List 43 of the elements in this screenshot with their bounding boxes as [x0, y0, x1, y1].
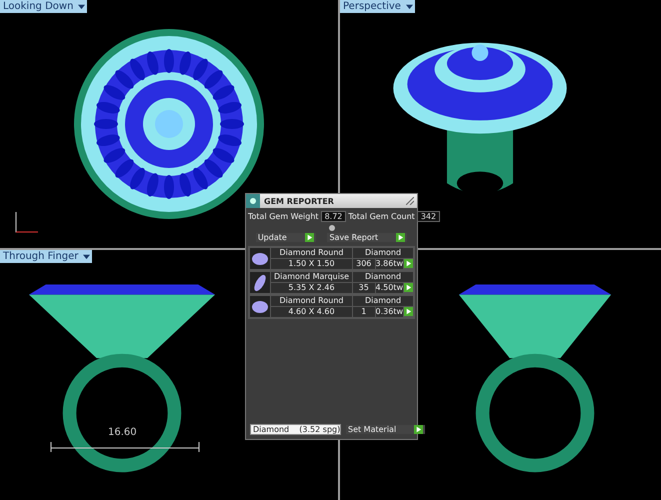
- view-dropdown[interactable]: Perspective: [340, 0, 415, 13]
- dimension-label: 16.60: [108, 427, 137, 438]
- play-icon: [404, 259, 413, 268]
- gem-weight: 3.86tw: [376, 259, 403, 269]
- caret-icon: [406, 3, 413, 10]
- gem-name: Diamond Marquise: [271, 272, 352, 282]
- update-button[interactable]: Update: [256, 233, 316, 242]
- gem-count: 1: [353, 307, 374, 317]
- gem-material: Diamond: [353, 272, 413, 282]
- gem-material: Diamond: [353, 248, 413, 258]
- gem-thumbnail: [250, 296, 270, 317]
- set-material-button[interactable]: Set Material: [346, 425, 426, 434]
- total-count-value: 342: [416, 211, 440, 222]
- material-dropdown[interactable]: Diamond (3.52 spg): [250, 424, 341, 435]
- total-weight-value: 8.72: [320, 211, 346, 222]
- gem-count: 35: [353, 283, 374, 293]
- caret-icon: [83, 253, 90, 260]
- resize-icon[interactable]: [406, 197, 414, 205]
- gem-weight: 4.50tw: [376, 283, 403, 293]
- gem-material: Diamond: [353, 296, 413, 306]
- gem-thumbnail: [250, 248, 270, 269]
- play-icon: [396, 233, 406, 242]
- gem-thumbnail: [250, 272, 270, 293]
- field-label: Total Gem Weight: [248, 212, 319, 221]
- play-icon: [404, 307, 413, 316]
- play-icon: [404, 283, 413, 292]
- app-icon: [246, 194, 260, 208]
- save-report-button[interactable]: Save Report: [327, 233, 408, 242]
- gem-size: 5.35 X 2.46: [271, 283, 352, 293]
- play-icon: [304, 233, 314, 242]
- gem-name: Diamond Round: [271, 248, 352, 258]
- field-label: Total Gem Count: [348, 212, 415, 221]
- view-dropdown[interactable]: Looking Down: [0, 0, 88, 13]
- view-dropdown[interactable]: Through Finger: [0, 250, 92, 263]
- gem-size: 1.50 X 1.50: [271, 259, 352, 269]
- gem-name: Diamond Round: [271, 296, 352, 306]
- panel-title: GEM REPORTER: [264, 196, 335, 206]
- collapse-icon[interactable]: [328, 225, 336, 231]
- gem-weight: 0.36tw: [376, 307, 403, 317]
- gem-count: 306: [353, 259, 374, 269]
- caret-icon: [78, 3, 86, 10]
- play-icon: [414, 425, 424, 434]
- gem-size: 4.60 X 4.60: [271, 307, 352, 317]
